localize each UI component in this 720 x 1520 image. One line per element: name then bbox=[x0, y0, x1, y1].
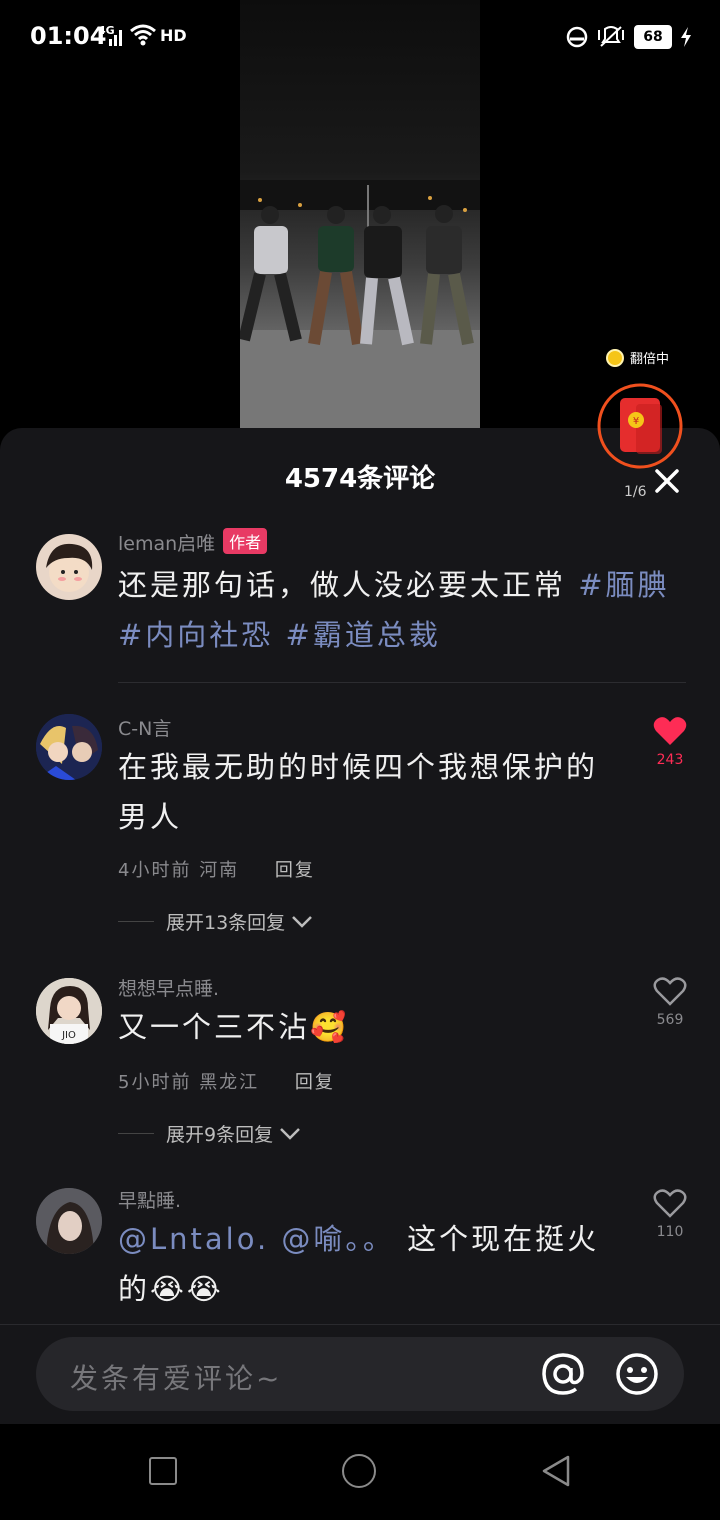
author-badge: 作者 bbox=[223, 528, 268, 554]
coin-icon bbox=[606, 348, 624, 367]
system-nav-bar bbox=[0, 1424, 720, 1520]
comment-text: 还是那句话，做人没必要太正常 #腼腆 #内向社恐 #霸道总裁 bbox=[118, 568, 670, 652]
comment-username[interactable]: 早點睡. bbox=[118, 1186, 181, 1213]
comment-input-bar: 发条有爱评论~ bbox=[0, 1324, 720, 1425]
comments-sheet: 4574条评论 leman启唯 作者 还是那句话，做人没必要太正常 #腼腆 #内向… bbox=[0, 428, 720, 1424]
svg-text:¥: ¥ bbox=[633, 416, 639, 427]
close-icon[interactable] bbox=[652, 466, 682, 496]
reply-button[interactable]: 回复 bbox=[275, 860, 315, 881]
like-button[interactable]: 243 bbox=[650, 716, 690, 768]
red-packet-progress: 1/6 bbox=[624, 484, 647, 500]
like-count: 110 bbox=[656, 1224, 684, 1240]
red-packet-icon[interactable]: ¥ bbox=[596, 382, 684, 470]
heart-icon[interactable] bbox=[653, 976, 687, 1006]
avatar[interactable] bbox=[36, 534, 102, 600]
alarm-icon bbox=[566, 26, 588, 48]
hd-indicator: HD bbox=[160, 26, 187, 45]
comment-item[interactable]: C-N言 在我最无助的时候四个我想保护的男人 4小时前 河南 回复 展开13条回… bbox=[0, 714, 720, 944]
at-icon[interactable] bbox=[540, 1351, 586, 1397]
comment-input[interactable]: 发条有爱评论~ bbox=[36, 1337, 684, 1411]
comment-text: @Lntalo. @喻。。 这个现在挺火的😭😭 bbox=[118, 1222, 600, 1306]
comment-time: 5小时前 bbox=[118, 1072, 192, 1093]
reply-button[interactable]: 回复 bbox=[295, 1072, 335, 1093]
divider bbox=[118, 682, 686, 683]
svg-text:JIO: JIO bbox=[61, 1030, 76, 1041]
comment-text: 又一个三不沾🥰 bbox=[118, 1010, 350, 1044]
comment-username[interactable]: leman启唯 作者 bbox=[118, 528, 268, 556]
avatar[interactable] bbox=[36, 1188, 102, 1254]
status-right: 68 bbox=[566, 23, 692, 51]
avatar[interactable]: JIO bbox=[36, 978, 102, 1044]
video-preview[interactable] bbox=[240, 0, 480, 428]
emoji-icon[interactable] bbox=[614, 1351, 660, 1397]
comment-meta: 5小时前 黑龙江 回复 bbox=[118, 1068, 335, 1094]
input-placeholder[interactable]: 发条有爱评论~ bbox=[70, 1357, 282, 1397]
expand-label[interactable]: 展开9条回复 bbox=[166, 1120, 273, 1147]
hashtag[interactable]: #霸道总裁 bbox=[286, 618, 441, 652]
comment-item[interactable]: leman启唯 作者 还是那句话，做人没必要太正常 #腼腆 #内向社恐 #霸道总裁 bbox=[0, 528, 720, 688]
comment-item[interactable]: 早點睡. @Lntalo. @喻。。 这个现在挺火的😭😭 110 bbox=[0, 1186, 720, 1326]
like-count: 569 bbox=[656, 1012, 684, 1028]
expand-replies[interactable]: 展开9条回复 bbox=[118, 1120, 301, 1147]
expand-line bbox=[118, 921, 154, 922]
comment-location: 黑龙江 bbox=[199, 1072, 260, 1093]
comment-time: 4小时前 bbox=[118, 860, 192, 881]
comment-meta: 4小时前 河南 回复 bbox=[118, 856, 315, 882]
comment-text: 在我最无助的时候四个我想保护的男人 bbox=[118, 750, 599, 834]
comment-location: 河南 bbox=[199, 860, 240, 881]
charging-icon bbox=[681, 27, 691, 47]
battery-level: 68 bbox=[634, 25, 672, 49]
mute-icon bbox=[598, 26, 624, 47]
avatar[interactable] bbox=[36, 714, 102, 780]
clock: 01:04 bbox=[30, 22, 107, 50]
comment-username[interactable]: C-N言 bbox=[118, 714, 171, 741]
hashtag[interactable]: #腼腆 bbox=[578, 568, 669, 602]
mention-link[interactable]: @Lntalo. @喻。。 bbox=[118, 1222, 395, 1256]
video-frame bbox=[240, 180, 480, 428]
back-button[interactable] bbox=[538, 1453, 574, 1489]
heart-icon[interactable] bbox=[653, 1188, 687, 1218]
wifi-icon bbox=[130, 24, 156, 46]
recent-apps-button[interactable] bbox=[149, 1457, 177, 1485]
like-button[interactable]: 569 bbox=[650, 976, 690, 1028]
like-button[interactable]: 110 bbox=[650, 1188, 690, 1240]
like-count: 243 bbox=[656, 752, 684, 768]
hashtag[interactable]: #内向社恐 bbox=[118, 618, 273, 652]
heart-icon[interactable] bbox=[653, 716, 687, 746]
expand-replies[interactable]: 展开13条回复 bbox=[118, 908, 313, 935]
expand-label[interactable]: 展开13条回复 bbox=[166, 908, 285, 935]
home-button[interactable] bbox=[342, 1454, 376, 1488]
signal-icon bbox=[109, 30, 122, 46]
comment-username[interactable]: 想想早点睡. bbox=[118, 974, 219, 1001]
comment-item[interactable]: JIO 想想早点睡. 又一个三不沾🥰 5小时前 黑龙江 回复 展开9条回复 56… bbox=[0, 974, 720, 1174]
chevron-down-icon bbox=[292, 915, 313, 928]
expand-line bbox=[118, 1133, 154, 1134]
chevron-down-icon bbox=[280, 1127, 300, 1140]
red-packet-text: 翻倍中 bbox=[630, 352, 670, 367]
red-packet-label: 翻倍中 bbox=[606, 348, 669, 367]
